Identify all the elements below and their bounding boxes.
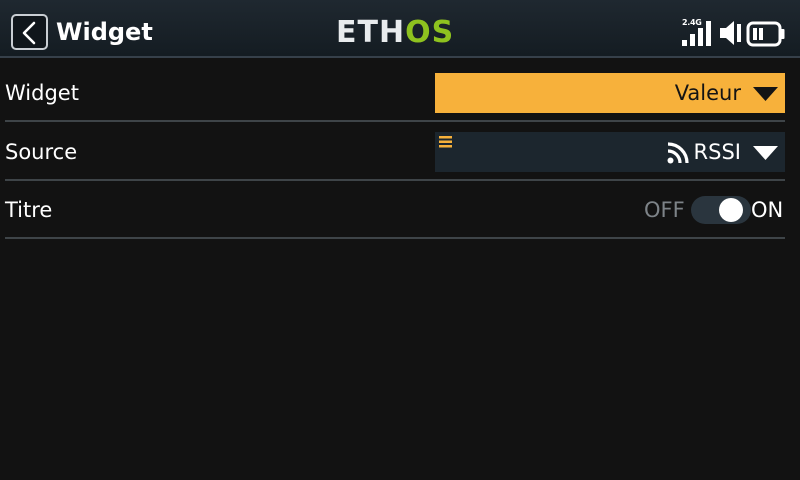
page-title: Widget (56, 18, 153, 46)
logo-eth: ETH (336, 15, 406, 50)
toggle-knob (719, 198, 743, 222)
source-select[interactable]: RSSI (435, 132, 785, 172)
select-value: Valeur (674, 81, 741, 105)
caret-down-icon (753, 87, 778, 101)
row-label: Titre (5, 198, 53, 222)
setting-row-titre: Titre OFF ON (5, 181, 785, 239)
toggle-on-label: ON (751, 198, 784, 222)
battery-icon (746, 21, 785, 47)
speaker-icon (720, 21, 741, 45)
ethos-logo: ETHOS (336, 16, 454, 50)
row-label: Source (5, 140, 78, 164)
back-button[interactable] (11, 14, 48, 50)
header-bar: Widget ETHOS 2.4G (0, 0, 800, 58)
caret-down-icon (753, 146, 778, 160)
titre-toggle[interactable] (691, 196, 751, 224)
setting-row-widget: Widget Valeur (5, 64, 785, 122)
row-label: Widget (5, 81, 79, 105)
menu-icon (439, 136, 452, 148)
rss-icon (667, 142, 689, 164)
widget-type-select[interactable]: Valeur (435, 73, 785, 113)
toggle-off-label: OFF (644, 198, 685, 222)
chevron-left-icon (22, 21, 36, 45)
logo-os: OS (405, 15, 455, 50)
signal-bars-icon (682, 21, 711, 46)
select-value: RSSI (693, 140, 741, 164)
setting-row-source: Source RSSI (5, 123, 785, 181)
